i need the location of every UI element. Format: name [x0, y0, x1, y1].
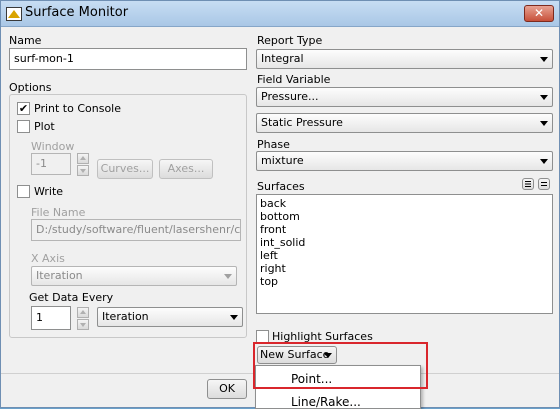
list-item[interactable]: back [260, 197, 286, 210]
get-data-every-input[interactable]: 1 [31, 306, 71, 330]
title-bar: Surface Monitor ✕ [1, 1, 559, 27]
name-label: Name [9, 34, 42, 47]
get-data-spin-up[interactable] [77, 307, 89, 318]
chevron-down-icon [540, 159, 548, 164]
options-label: Options [9, 81, 52, 94]
report-type-label: Report Type [257, 34, 323, 47]
report-type-select[interactable]: Integral [256, 49, 553, 69]
field-variable-select[interactable]: Pressure... [256, 87, 553, 107]
plot-label: Plot [34, 120, 55, 133]
list-item[interactable]: int_solid [260, 236, 305, 249]
window-title: Surface Monitor [25, 5, 129, 20]
report-type-value: Integral [261, 52, 304, 65]
select-all-icon[interactable] [522, 178, 534, 190]
chevron-down-icon [230, 315, 238, 320]
chevron-down-icon [224, 274, 232, 279]
list-item[interactable]: top [260, 275, 278, 288]
get-data-every-label: Get Data Every [29, 291, 114, 304]
surfaces-listbox[interactable]: back bottom front int_solid left right t… [256, 194, 553, 314]
print-to-console-label: Print to Console [34, 102, 122, 115]
write-checkbox[interactable] [17, 185, 30, 198]
list-item[interactable]: right [260, 262, 286, 275]
chevron-down-icon [540, 121, 548, 126]
list-item[interactable]: left [260, 249, 278, 262]
deselect-all-icon[interactable] [538, 178, 550, 190]
phase-value: mixture [261, 154, 304, 167]
window-spin-up[interactable] [77, 153, 89, 164]
file-name-label: File Name [31, 206, 86, 219]
close-icon: ✕ [533, 6, 545, 20]
get-data-unit-value: Iteration [102, 310, 149, 323]
surface-monitor-dialog: Surface Monitor ✕ Name surf-mon-1 Option… [0, 0, 560, 409]
plot-checkbox[interactable] [17, 120, 30, 133]
list-item[interactable]: front [260, 223, 286, 236]
file-name-input[interactable]: D:/study/software/fluent/lasershenr/chan… [31, 219, 241, 241]
phase-label: Phase [257, 138, 290, 151]
curves-button[interactable]: Curves... [97, 159, 153, 179]
x-axis-select[interactable]: Iteration [31, 266, 237, 286]
axes-button[interactable]: Axes... [159, 159, 213, 179]
field-variable-sub-value: Static Pressure [261, 116, 343, 129]
window-label: Window [31, 140, 75, 153]
get-data-spin-down[interactable] [77, 319, 89, 330]
get-data-unit-select[interactable]: Iteration [97, 307, 243, 327]
chevron-down-icon [540, 57, 548, 62]
menu-item-line-rake[interactable]: Line/Rake... [291, 395, 361, 409]
chevron-down-icon [540, 95, 548, 100]
window-spin-down[interactable] [77, 165, 89, 176]
close-button[interactable]: ✕ [524, 5, 554, 22]
x-axis-label: X Axis [31, 252, 65, 265]
window-input[interactable]: -1 [31, 153, 71, 175]
app-icon [6, 7, 22, 21]
print-to-console-checkbox[interactable]: ✔ [17, 102, 30, 115]
write-label: Write [34, 185, 64, 198]
name-input[interactable]: surf-mon-1 [9, 48, 247, 70]
ok-button[interactable]: OK [207, 379, 247, 399]
phase-select[interactable]: mixture [256, 151, 553, 171]
x-axis-value: Iteration [36, 269, 83, 282]
field-variable-value: Pressure... [261, 90, 319, 103]
field-variable-label: Field Variable [257, 73, 331, 86]
highlight-annotation-box [253, 342, 428, 389]
field-variable-sub-select[interactable]: Static Pressure [256, 113, 553, 133]
surfaces-label: Surfaces [257, 180, 305, 193]
list-item[interactable]: bottom [260, 210, 300, 223]
